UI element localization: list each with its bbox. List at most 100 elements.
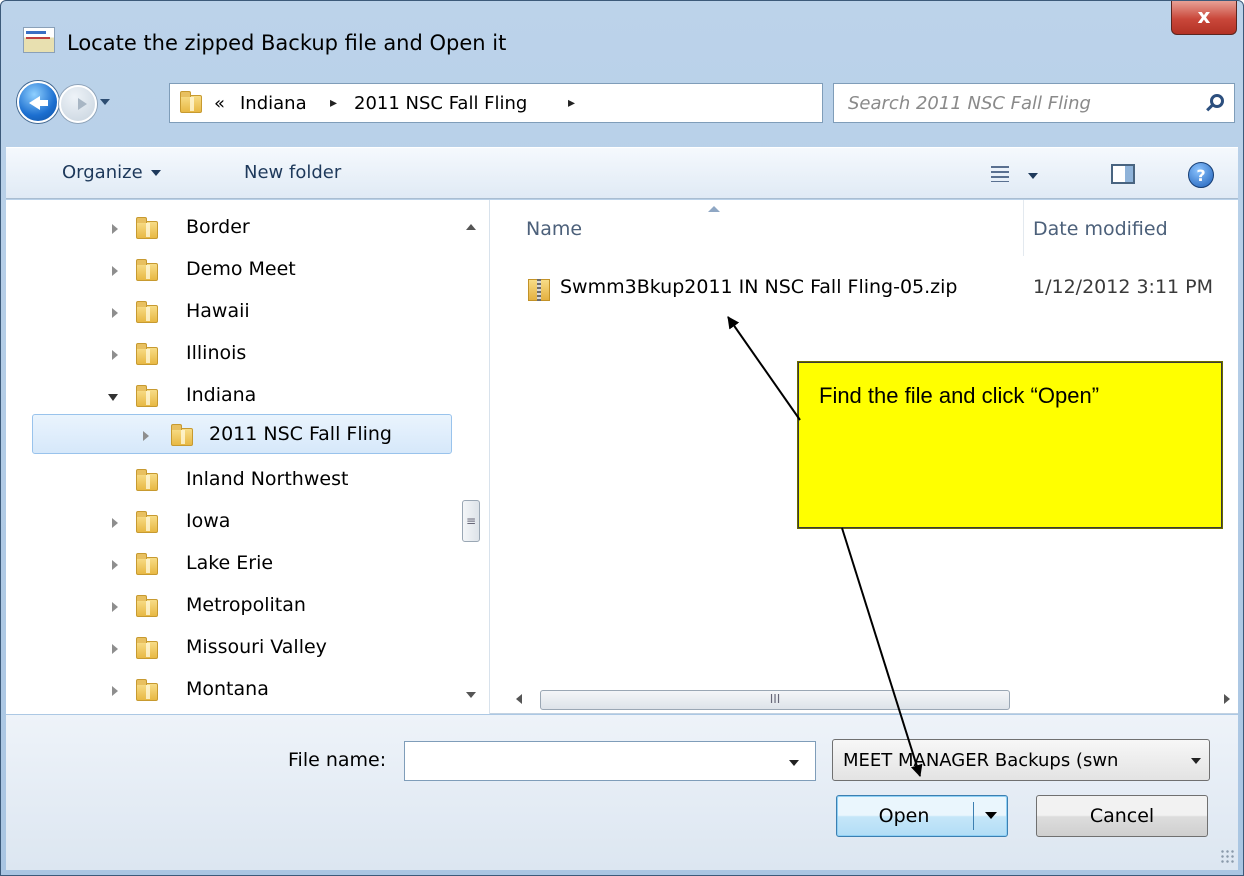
dialog-footer: File name: MEET MANAGER Backups (swn Ope… [6, 715, 1238, 870]
breadcrumb-separator[interactable]: ▸ [568, 95, 575, 111]
tree-item-label: Demo Meet [186, 258, 296, 280]
collapse-icon[interactable] [108, 394, 118, 401]
expand-icon[interactable] [112, 686, 118, 696]
tree-item-iowa[interactable]: Iowa [106, 502, 446, 542]
folder-icon [136, 385, 158, 407]
column-header-date-modified[interactable]: Date modified [1033, 218, 1168, 240]
tree-item-missouri-valley[interactable]: Missouri Valley [106, 628, 446, 668]
tree-item-label: Illinois [186, 342, 247, 364]
file-type-filter-value: MEET MANAGER Backups (swn [843, 750, 1119, 771]
app-icon [23, 27, 55, 53]
instruction-callout: Find the file and click “Open” [798, 362, 1222, 528]
folder-icon [136, 553, 158, 575]
expand-icon[interactable] [112, 224, 118, 234]
file-name-cell[interactable]: Swmm3Bkup2011 IN NSC Fall Fling-05.zip [560, 276, 958, 298]
breadcrumb-separator[interactable]: ▸ [330, 95, 337, 111]
view-options-dropdown[interactable] [1028, 173, 1038, 179]
scroll-up-arrow[interactable] [466, 224, 476, 230]
forward-button[interactable] [59, 85, 97, 123]
navigation-scrollbar[interactable]: ≡ [458, 200, 484, 714]
file-name-combobox[interactable] [404, 741, 816, 781]
column-divider[interactable] [1023, 200, 1024, 256]
file-type-filter-select[interactable]: MEET MANAGER Backups (swn [832, 739, 1210, 781]
change-view-icon[interactable] [991, 166, 1009, 182]
scroll-left-arrow[interactable] [516, 694, 522, 704]
folder-icon [180, 91, 202, 113]
column-header-name[interactable]: Name [526, 218, 582, 240]
tree-item-label: Indiana [186, 384, 257, 406]
tree-item-label: Hawaii [186, 300, 250, 322]
tree-item-2011-nsc-fall-fling[interactable]: 2011 NSC Fall Fling [32, 414, 452, 454]
tree-item-hawaii[interactable]: Hawaii [106, 292, 446, 332]
preview-pane-icon[interactable] [1111, 164, 1135, 184]
tree-item-indiana[interactable]: Indiana [106, 376, 446, 416]
address-bar[interactable]: « Indiana ▸ 2011 NSC Fall Fling ▸ ⇆ [169, 83, 972, 123]
title-bar: Locate the zipped Backup file and Open i… [1, 1, 1243, 81]
expand-icon[interactable] [112, 518, 118, 528]
tree-item-border[interactable]: Border [106, 208, 446, 248]
tree-item-illinois[interactable]: Illinois [106, 334, 446, 374]
tree-item-inland-northwest[interactable]: Inland Northwest [106, 460, 446, 500]
navigation-pane[interactable]: Border Demo Meet Hawaii Illinois Indiana [6, 200, 490, 714]
file-name-input[interactable] [405, 742, 775, 780]
breadcrumb-2011-nsc-fall-fling[interactable]: 2011 NSC Fall Fling [354, 93, 527, 114]
expand-icon[interactable] [112, 308, 118, 318]
resize-grip[interactable] [1220, 849, 1234, 863]
scroll-thumb[interactable]: III [540, 690, 1010, 710]
window-title: Locate the zipped Backup file and Open i… [67, 31, 507, 55]
zip-folder-icon [528, 279, 550, 301]
close-button[interactable]: x [1171, 1, 1237, 35]
folder-icon [136, 343, 158, 365]
expand-icon[interactable] [112, 602, 118, 612]
back-button[interactable] [17, 81, 59, 123]
new-folder-button[interactable]: New folder [244, 162, 341, 183]
expand-icon[interactable] [143, 431, 149, 441]
file-name-label: File name: [288, 749, 387, 771]
tree-item-metropolitan[interactable]: Metropolitan [106, 586, 446, 626]
sort-ascending-icon [708, 206, 720, 212]
cancel-button[interactable]: Cancel [1036, 795, 1208, 837]
chevron-down-icon[interactable] [1191, 758, 1201, 764]
tree-item-lake-erie[interactable]: Lake Erie [106, 544, 446, 584]
tree-item-label: Inland Northwest [186, 468, 349, 490]
expand-icon[interactable] [112, 560, 118, 570]
breadcrumb-indiana[interactable]: Indiana [240, 93, 307, 114]
search-placeholder: Search 2011 NSC Fall Fling [848, 93, 1091, 114]
command-toolbar: Organize New folder ? [6, 147, 1238, 199]
scroll-thumb[interactable]: ≡ [462, 500, 480, 542]
expand-icon[interactable] [112, 644, 118, 654]
scroll-down-arrow[interactable] [466, 692, 476, 698]
tree-item-label: 2011 NSC Fall Fling [209, 423, 392, 445]
folder-icon [136, 301, 158, 323]
folder-icon [136, 469, 158, 491]
split-divider [973, 802, 974, 830]
tree-item-label: Border [186, 216, 250, 238]
open-button[interactable]: Open [836, 795, 1008, 837]
search-icon[interactable] [1210, 94, 1224, 108]
search-box[interactable]: Search 2011 NSC Fall Fling [833, 83, 1235, 123]
organize-button[interactable]: Organize [62, 162, 161, 183]
folder-icon [136, 679, 158, 701]
tree-item-demo-meet[interactable]: Demo Meet [106, 250, 446, 290]
open-button-label: Open [878, 805, 930, 827]
folder-icon [136, 259, 158, 281]
organize-label: Organize [62, 162, 143, 183]
recent-pages-dropdown[interactable] [100, 99, 110, 105]
folder-icon [171, 424, 193, 446]
tree-item-label: Iowa [186, 510, 231, 532]
folder-icon [136, 511, 158, 533]
chevron-down-icon [150, 170, 161, 176]
expand-icon[interactable] [112, 266, 118, 276]
file-name-dropdown-arrow[interactable] [789, 760, 799, 766]
scroll-right-arrow[interactable] [1224, 694, 1230, 704]
tree-item-label: Lake Erie [186, 552, 274, 574]
open-options-dropdown[interactable] [985, 812, 997, 819]
horizontal-scrollbar[interactable]: III [496, 686, 1238, 714]
callout-text: Find the file and click “Open” [819, 383, 1100, 408]
help-icon[interactable]: ? [1188, 162, 1214, 188]
expand-icon[interactable] [112, 350, 118, 360]
tree-item-montana[interactable]: Montana [106, 670, 446, 710]
breadcrumb-overflow[interactable]: « [214, 93, 225, 114]
tree-item-label: Missouri Valley [186, 636, 327, 658]
tree-item-label: Metropolitan [186, 594, 306, 616]
